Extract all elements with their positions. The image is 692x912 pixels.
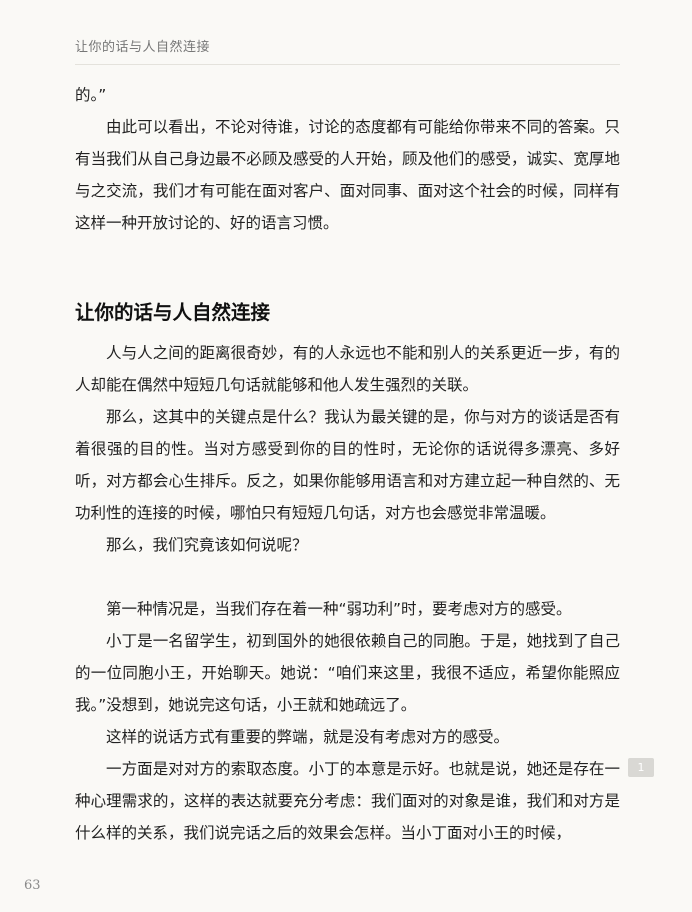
running-header: 让你的话与人自然连接: [75, 40, 211, 55]
paragraph: 的。”: [75, 86, 107, 104]
paragraph: 由此可以看出，不论对待谁，讨论的态度都有可能给你带来不同的答案。只有当我们从自己…: [75, 118, 620, 232]
paragraph: 小丁是一名留学生，初到国外的她很依赖自己的同胞。于是，她找到了自己的一位同胞小王…: [75, 632, 620, 714]
paragraph: 这样的说话方式有重要的弊端，就是没有考虑对方的感受。: [106, 728, 510, 746]
paragraph: 一方面是对对方的索取态度。小丁的本意是示好。也就是说，她还是存在一种心理需求的，…: [75, 760, 620, 842]
paragraph: 那么，我们究竟该如何说呢？: [106, 536, 308, 554]
paragraph: 第一种情况是，当我们存在着一种“弱功利”时，要考虑对方的感受。: [106, 600, 572, 618]
section-heading: 让你的话与人自然连接: [75, 301, 271, 324]
page-number: 63: [24, 878, 41, 893]
header-divider: [75, 64, 620, 65]
paragraph: 那么，这其中的关键点是什么？我认为最关键的是，你与对方的谈话是否有着很强的目的性…: [75, 408, 620, 522]
page-body: 的。” 由此可以看出，不论对待谁，讨论的态度都有可能给你带来不同的答案。只有当我…: [75, 79, 620, 849]
chapter-badge[interactable]: 1: [628, 758, 654, 777]
paragraph: 人与人之间的距离很奇妙，有的人永远也不能和别人的关系更近一步，有的人却能在偶然中…: [75, 344, 620, 394]
